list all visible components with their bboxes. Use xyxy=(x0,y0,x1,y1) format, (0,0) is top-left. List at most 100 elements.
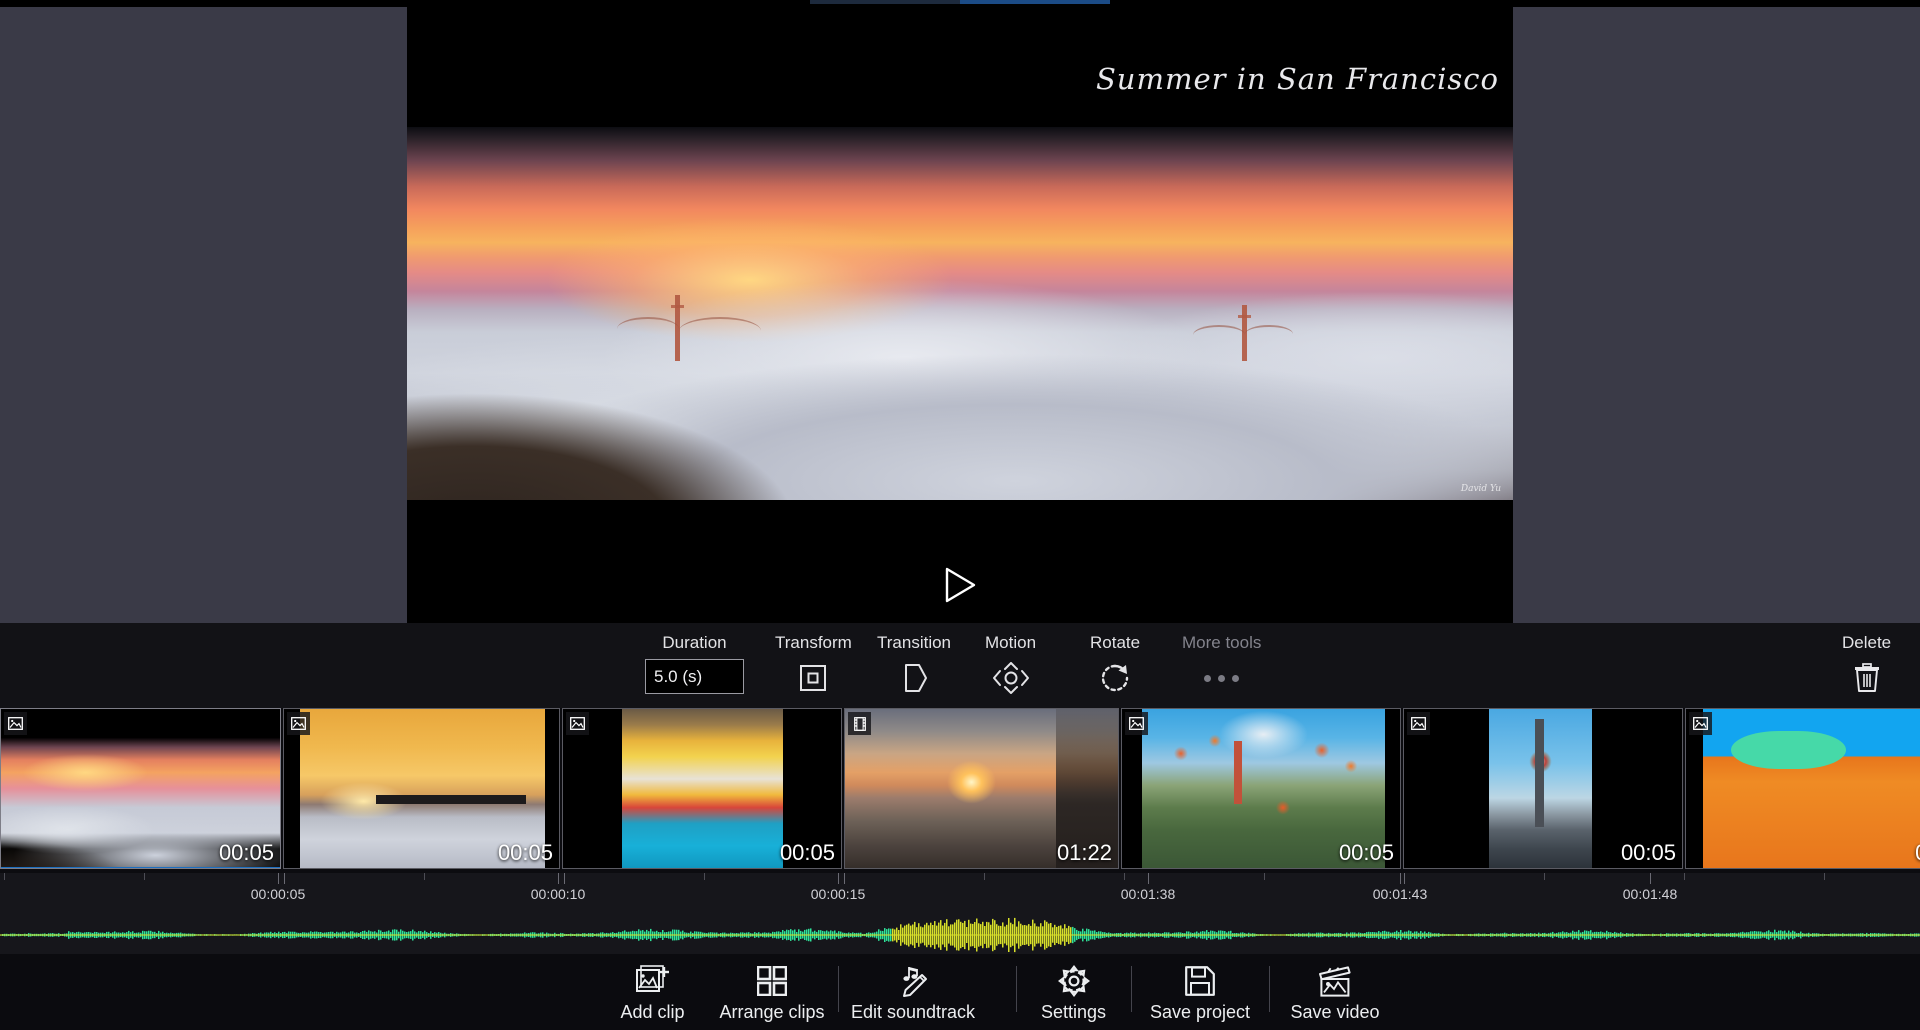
ellipsis-icon xyxy=(1204,660,1240,696)
play-button[interactable] xyxy=(943,566,977,604)
duration-tool: Duration xyxy=(645,623,744,708)
image-icon xyxy=(4,712,27,735)
settings-button[interactable]: Settings xyxy=(1021,954,1126,1030)
ruler-tick xyxy=(564,873,565,884)
add-clip-label: Add clip xyxy=(620,1002,685,1022)
bridge-tower-right-crossbar xyxy=(1238,315,1251,318)
image-icon xyxy=(287,712,310,735)
edit-soundtrack-button[interactable]: Edit soundtrack xyxy=(843,954,983,1030)
toolbar-divider xyxy=(838,966,839,1012)
clip-duration: 00:05 xyxy=(218,840,274,865)
toolbar-divider xyxy=(1269,966,1270,1012)
ruler-tick-major xyxy=(1650,873,1651,884)
bridge-cable-left2 xyxy=(679,317,761,345)
ruler-tick xyxy=(1824,873,1825,880)
clip-duration: 00:05 xyxy=(1338,840,1394,865)
image-icon xyxy=(1689,712,1712,735)
motion-tool[interactable]: Motion xyxy=(985,623,1036,708)
ruler-tick xyxy=(844,873,845,884)
ruler-tick xyxy=(4,873,5,880)
toolbar-divider xyxy=(1131,966,1132,1012)
ruler-tick-label: 00:01:48 xyxy=(1622,886,1678,902)
edit-soundtrack-label: Edit soundtrack xyxy=(850,1002,976,1022)
ruler-tick xyxy=(424,873,425,880)
main-toolbar: Add clip Arrange clips Edit soundtrack S… xyxy=(0,954,1920,1030)
settings-label: Settings xyxy=(1040,1002,1107,1022)
transform-label: Transform xyxy=(775,633,852,652)
transform-tool[interactable]: Transform xyxy=(775,623,852,708)
clip-duration: 00:05 xyxy=(1620,840,1676,865)
arrange-clips-button[interactable]: Arrange clips xyxy=(712,954,832,1030)
ruler-tick xyxy=(284,873,285,884)
clip-thumbnail-pole xyxy=(1535,718,1544,827)
timeline-clip[interactable]: 01:22 xyxy=(844,708,1119,869)
save-video-button[interactable]: Save video xyxy=(1274,954,1396,1030)
film-icon xyxy=(848,712,871,735)
timeline-clip[interactable]: 00:05 xyxy=(0,708,281,869)
photo-signature: David Yu xyxy=(1460,484,1501,494)
rotate-label: Rotate xyxy=(1090,633,1141,652)
ruler-tick-major xyxy=(1400,873,1401,884)
delete-label: Delete xyxy=(1842,633,1892,652)
timeline-clip[interactable]: 00:05 xyxy=(1121,708,1401,869)
bridge-cable-right xyxy=(1193,325,1245,345)
clip-thumbnail-bridge xyxy=(1234,740,1242,805)
clip-duration: 00:05 xyxy=(779,840,835,865)
clip-thumbnail xyxy=(622,709,783,868)
rotate-tool[interactable]: Rotate xyxy=(1090,623,1140,708)
clip-duration: 00:0 xyxy=(1915,840,1920,866)
audio-waveform[interactable] xyxy=(0,916,1920,954)
more-tools[interactable]: More tools xyxy=(1182,623,1261,708)
grid-squares-icon xyxy=(757,960,787,1002)
top-tab-segment-active[interactable] xyxy=(960,0,1110,4)
video-editor-app: Summer in San Francisco David Yu Duratio… xyxy=(0,0,1920,1030)
image-icon xyxy=(566,712,589,735)
timeline-clip[interactable]: 00:0 xyxy=(1685,708,1920,869)
timeline-ruler[interactable]: 00:00:05 00:00:10 00:00:15 00:01:38 00:01:43… xyxy=(0,873,1920,916)
ruler-tick xyxy=(1404,873,1405,884)
clip-thumbnail-skyline xyxy=(376,794,526,804)
add-image-icon xyxy=(635,960,670,1002)
ruler-tick-major xyxy=(558,873,559,884)
save-video-label: Save video xyxy=(1290,1002,1380,1022)
gear-icon xyxy=(1057,960,1090,1002)
timeline-filmstrip[interactable]: 00:05 00:05 00:05 01:22 00:05 00:05 xyxy=(0,708,1920,873)
save-project-button[interactable]: Save project xyxy=(1136,954,1264,1030)
ruler-tick xyxy=(1684,873,1685,880)
arrange-clips-label: Arrange clips xyxy=(719,1002,825,1022)
cut-off-top-tabbar xyxy=(0,0,1920,7)
floppy-disk-icon xyxy=(1185,960,1215,1002)
bridge-cable-right2 xyxy=(1245,325,1293,343)
add-clip-button[interactable]: Add clip xyxy=(600,954,705,1030)
transition-arrow-icon xyxy=(899,660,929,696)
clip-thumbnail-fish-sign xyxy=(1731,731,1846,770)
ruler-tick xyxy=(1124,873,1125,880)
timeline-clip[interactable]: 00:05 xyxy=(562,708,842,869)
bridge-cable-left xyxy=(617,317,679,341)
rotate-clockwise-icon xyxy=(1099,660,1131,696)
save-project-label: Save project xyxy=(1149,1002,1251,1022)
timeline-clip[interactable]: 00:05 xyxy=(1403,708,1683,869)
ruler-tick-major xyxy=(278,873,279,884)
ruler-tick-label: 00:01:38 xyxy=(1120,886,1176,902)
ruler-tick xyxy=(144,873,145,880)
ruler-tick xyxy=(984,873,985,880)
ruler-tick xyxy=(704,873,705,880)
ruler-tick-major xyxy=(1148,873,1149,884)
bridge-tower-left-crossbar xyxy=(671,305,684,308)
ruler-tick xyxy=(1264,873,1265,880)
motion-diamond-icon xyxy=(991,660,1031,696)
clip-tools-toolbar: Duration Transform Transition Moti xyxy=(0,623,1920,708)
ruler-tick-label: 00:00:15 xyxy=(810,886,866,902)
timeline-clip[interactable]: 00:05 xyxy=(283,708,560,869)
transition-label: Transition xyxy=(877,633,952,652)
toolbar-divider xyxy=(1016,966,1017,1012)
delete-clip-button[interactable]: Delete xyxy=(1842,623,1891,708)
ruler-tick xyxy=(1544,873,1545,880)
image-icon xyxy=(1125,712,1148,735)
duration-input[interactable] xyxy=(645,659,744,694)
clip-duration: 00:05 xyxy=(497,840,553,865)
transition-tool[interactable]: Transition xyxy=(877,623,951,708)
top-tab-segment[interactable] xyxy=(810,0,960,4)
video-preview[interactable]: Summer in San Francisco David Yu xyxy=(407,0,1513,623)
